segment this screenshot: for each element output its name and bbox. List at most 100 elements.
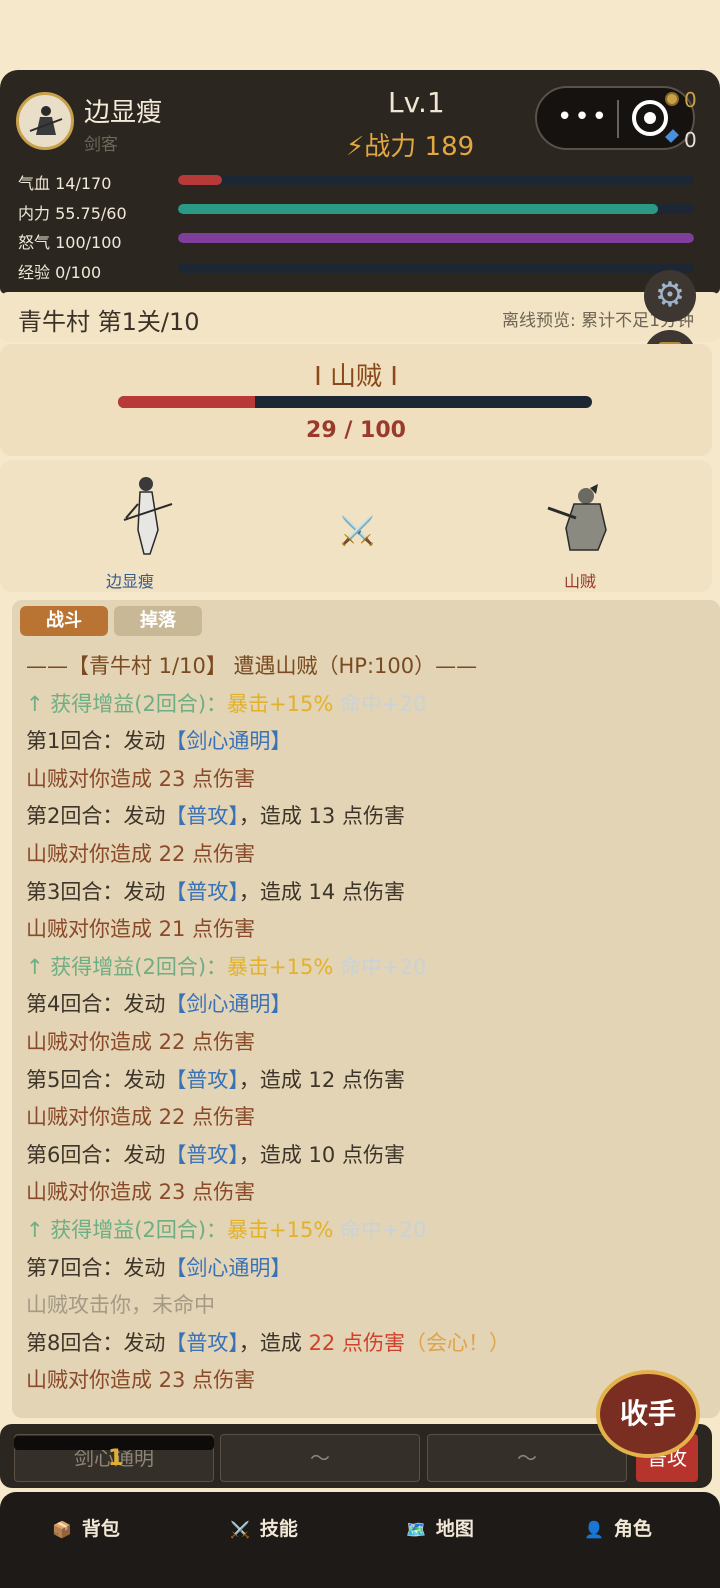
- nav-bag[interactable]: 📦 背包: [52, 1514, 120, 1544]
- skill-cooldown-number: 1: [108, 1446, 124, 1471]
- more-icon[interactable]: •••: [557, 102, 609, 132]
- log-segment: 暴击+15%: [227, 691, 334, 716]
- log-line: 第7回合：发动【剑心通明】: [26, 1252, 291, 1282]
- log-line: 山贼攻击你，未命中: [26, 1289, 215, 1319]
- log-segment: 暴击+15%: [227, 954, 334, 979]
- log-line: 山贼对你造成 21 点伤害: [26, 913, 255, 943]
- log-line: 第8回合：发动【普攻】，造成 22 点伤害（会心！）: [26, 1327, 510, 1357]
- enemy-figure: [547, 484, 607, 551]
- mp-bar: [178, 204, 694, 214]
- nav-character-label: 角色: [613, 1518, 652, 1540]
- player-figure: [123, 477, 173, 555]
- log-line: ↑ 获得增益(2回合)：暴击+15% 命中+20: [26, 688, 426, 718]
- mp-label: 内力 55.75/60: [18, 204, 127, 223]
- log-segment: ——【青牛村 1/10】 遭遇山贼（HP:100）——: [26, 654, 478, 678]
- log-line: 第3回合：发动【普攻】，造成 14 点伤害: [26, 876, 405, 906]
- nav-skills[interactable]: ⚔️ 技能: [230, 1514, 298, 1544]
- enemy-title: Ⅰ 山贼 Ⅰ: [314, 362, 398, 392]
- log-segment: 暴击+15%: [227, 1218, 334, 1242]
- log-segment: 第1回合：发动: [26, 729, 166, 754]
- log-line: 第5回合：发动【普攻】，造成 12 点伤害: [26, 1064, 405, 1094]
- hp-label: 气血 14/170: [18, 174, 112, 193]
- tab-fight[interactable]: 战斗: [20, 606, 108, 636]
- player-avatar[interactable]: [16, 92, 74, 150]
- withdraw-button[interactable]: 收手: [596, 1370, 700, 1458]
- coin-count: 0: [684, 88, 697, 112]
- log-segment: 第8回合：发动: [26, 1330, 166, 1355]
- nav-bag-label: 背包: [81, 1518, 120, 1540]
- nav-skills-label: 技能: [259, 1518, 298, 1540]
- rage-bar: [178, 233, 694, 243]
- player-fighter-name: 边显瘦: [106, 572, 155, 591]
- log-line: 第6回合：发动【普攻】，造成 10 点伤害: [26, 1139, 405, 1169]
- log-segment: 第7回合：发动: [26, 1255, 166, 1280]
- log-segment: 山贼对你造成 23 点伤害: [26, 1368, 256, 1393]
- log-segment: 命中+20: [333, 1218, 427, 1242]
- log-line: 第1回合：发动【剑心通明】: [26, 725, 291, 755]
- rage-label: 怒气 100/100: [18, 233, 122, 252]
- log-segment: 山贼对你造成 21 点伤害: [26, 917, 256, 942]
- hp-bar: [178, 175, 694, 185]
- log-segment: 【剑心通明】: [165, 1255, 292, 1280]
- nav-map-label: 地图: [435, 1518, 474, 1540]
- swordsman-icon: [29, 106, 63, 135]
- log-segment: ↑ 获得增益(2回合)：: [26, 691, 228, 716]
- crossed-swords-icon: ⚔️: [340, 514, 375, 547]
- log-segment: 命中+20: [333, 954, 427, 979]
- log-line: 山贼对你造成 22 点伤害: [26, 838, 255, 868]
- log-segment: 第6回合：发动: [26, 1142, 166, 1167]
- gem-count: 0: [684, 128, 697, 152]
- log-segment: 山贼对你造成 22 点伤害: [26, 1030, 256, 1054]
- log-segment: 【剑心通明】: [165, 729, 292, 754]
- nav-map[interactable]: 🗺️ 地图: [406, 1514, 474, 1544]
- log-segment: 【剑心通明】: [165, 992, 292, 1017]
- log-line: 山贼对你造成 23 点伤害: [26, 1364, 255, 1394]
- log-segment: 山贼对你造成 22 点伤害: [26, 1105, 256, 1130]
- log-segment: 山贼对你造成 23 点伤害: [26, 766, 256, 791]
- enemy-hp-bar: [118, 396, 592, 408]
- log-line: 第2回合：发动【普攻】，造成 13 点伤害: [26, 800, 405, 830]
- log-line: 山贼对你造成 23 点伤害: [26, 763, 255, 793]
- map-icon: 🗺️: [406, 1520, 426, 1539]
- close-target-icon[interactable]: [632, 100, 668, 136]
- log-segment: 【普攻】: [165, 1067, 239, 1092]
- swords-icon: ⚔️: [230, 1520, 250, 1539]
- character-icon: 👤: [584, 1520, 604, 1539]
- log-segment: ，造成: [238, 1330, 309, 1355]
- log-line: 山贼对你造成 22 点伤害: [26, 1101, 255, 1131]
- log-segment: 【普攻】: [165, 1142, 239, 1167]
- player-role: 剑客: [84, 135, 118, 155]
- log-line: 山贼对你造成 23 点伤害: [26, 1176, 255, 1206]
- log-segment: ↑ 获得增益(2回合)：: [26, 1218, 228, 1242]
- log-line: ——【青牛村 1/10】 遭遇山贼（HP:100）——: [26, 650, 477, 680]
- log-segment: 【普攻】: [165, 804, 239, 829]
- nav-character[interactable]: 👤 角色: [584, 1514, 652, 1544]
- settings-gear-icon[interactable]: ⚙: [644, 270, 696, 322]
- exp-bar: [178, 263, 694, 273]
- skill-slot-3[interactable]: ～: [427, 1434, 627, 1482]
- stage-name: 青牛村 第1关/10: [18, 308, 200, 336]
- player-name: 边显瘦: [84, 98, 163, 128]
- log-segment: ，造成 12 点伤害: [238, 1067, 405, 1092]
- enemy-fighter-name: 山贼: [564, 572, 597, 591]
- log-segment: 【普攻】: [165, 1330, 239, 1355]
- combat-power: ⚡战力 189: [346, 132, 475, 162]
- capsule-divider: [617, 100, 619, 138]
- exp-label: 经验 0/100: [18, 263, 102, 282]
- tab-drop[interactable]: 掉落: [114, 606, 202, 636]
- coin-icon: [665, 92, 679, 106]
- log-line: ↑ 获得增益(2回合)：暴击+15% 命中+20: [26, 1214, 426, 1244]
- log-segment: ↑ 获得增益(2回合)：: [26, 954, 228, 979]
- log-line: ↑ 获得增益(2回合)：暴击+15% 命中+20: [26, 951, 426, 981]
- bag-icon: 📦: [52, 1520, 72, 1539]
- log-segment: ，造成 14 点伤害: [238, 879, 405, 904]
- log-segment: 22 点伤害: [308, 1330, 405, 1355]
- enemy-hp-text: 29 / 100: [306, 418, 406, 443]
- log-segment: 山贼对你造成 22 点伤害: [26, 842, 256, 866]
- skill-slot-2[interactable]: ～: [220, 1434, 420, 1482]
- log-segment: 【普攻】: [165, 879, 239, 904]
- log-line: 第4回合：发动【剑心通明】: [26, 988, 291, 1018]
- log-segment: ，造成 10 点伤害: [238, 1142, 405, 1167]
- log-line: 山贼对你造成 22 点伤害: [26, 1026, 255, 1056]
- log-segment: 第5回合：发动: [26, 1067, 166, 1092]
